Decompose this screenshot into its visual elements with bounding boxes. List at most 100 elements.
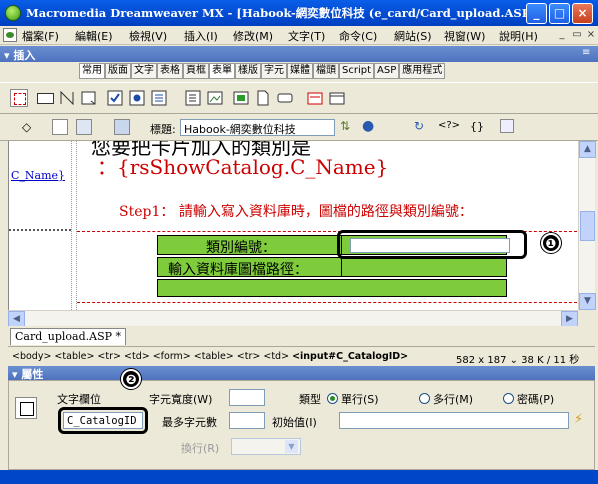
insert-tab-strip: 常用 版面 文字 表格 頁框 表單 樣版 字元 媒體 檔頭 Script ASP… — [79, 63, 446, 80]
hidden-field-icon[interactable] — [58, 89, 76, 107]
tab-common[interactable]: 常用 — [79, 63, 105, 79]
tab-head[interactable]: 檔頭 — [313, 63, 339, 79]
scroll-thumb[interactable] — [580, 211, 595, 241]
scroll-down-icon[interactable]: ▼ — [579, 293, 596, 310]
window-bottom-border — [0, 470, 598, 484]
insert-panel-header[interactable]: ▾ 插入 ≡ — [0, 46, 598, 62]
textarea-icon[interactable] — [80, 89, 98, 107]
lightning-icon[interactable]: ⚡ — [574, 412, 583, 427]
chevron-down-icon[interactable]: ▼ — [285, 440, 298, 453]
doc-close-button[interactable]: × — [584, 28, 598, 42]
horizontal-scrollbar[interactable]: ◀ ▶ — [8, 310, 578, 328]
refresh-icon[interactable]: ↻ — [414, 119, 424, 133]
menu-window[interactable]: 視窗(W) — [444, 28, 485, 44]
dotted-divider — [9, 229, 71, 237]
dreamweaver-app-icon[interactable] — [5, 5, 21, 21]
menu-text[interactable]: 文字(T) — [288, 28, 325, 44]
callout-highlight-2 — [58, 407, 148, 434]
code-nav-icon[interactable]: {} — [470, 120, 484, 133]
split-view-icon[interactable] — [52, 119, 68, 135]
menu-commands[interactable]: 命令(C) — [339, 28, 377, 44]
textfield-type-icon — [15, 397, 37, 419]
doc-minimize-button[interactable]: _ — [555, 28, 569, 42]
cname-link[interactable]: C_Name} — [11, 169, 65, 182]
tab-asp[interactable]: ASP — [374, 63, 400, 79]
single-line-option[interactable]: 單行(S) — [341, 391, 379, 407]
frame-icon[interactable] — [328, 89, 346, 107]
fieldset-icon[interactable] — [306, 89, 324, 107]
form-icon[interactable] — [10, 89, 28, 107]
max-chars-input[interactable] — [229, 412, 265, 429]
tag-path-selected[interactable]: <input#C_CatalogID> — [292, 351, 408, 362]
design-view[interactable]: C_Name} 您要把卡片加入的類別是 ：{rsShowCatalog.C_Na… — [8, 141, 578, 310]
view-options-icon[interactable] — [500, 119, 514, 133]
textfield-label: 文字欄位 — [57, 393, 101, 406]
radio-single-line[interactable] — [327, 393, 338, 404]
file-field-icon[interactable] — [232, 89, 250, 107]
tab-media[interactable]: 媒體 — [287, 63, 313, 79]
close-button[interactable]: × — [572, 3, 593, 24]
minimize-button[interactable]: _ — [526, 3, 547, 24]
menu-site[interactable]: 網站(S) — [394, 28, 432, 44]
tab-frames[interactable]: 頁框 — [183, 63, 209, 79]
tab-application[interactable]: 應用程式 — [399, 63, 446, 79]
tab-templates[interactable]: 樣版 — [235, 63, 261, 79]
form-row-empty — [157, 279, 507, 297]
document-icon[interactable] — [3, 28, 17, 42]
menu-view[interactable]: 檢視(V) — [129, 28, 167, 44]
menu-help[interactable]: 說明(H) — [499, 28, 538, 44]
design-view-icon[interactable] — [76, 119, 92, 135]
document-tab[interactable]: Card_upload.ASP * — [10, 328, 127, 345]
tab-characters[interactable]: 字元 — [261, 63, 287, 79]
char-width-input[interactable] — [229, 389, 265, 406]
insert-panel: ▾ 插入 ≡ 常用 版面 文字 表格 頁框 表單 樣版 字元 媒體 檔頭 Scr… — [0, 46, 598, 82]
tag-selector: <body> <table> <tr> <td> <form> <table> … — [12, 351, 408, 362]
reference-icon[interactable]: <?> — [438, 120, 460, 131]
menu-insert[interactable]: 插入(I) — [184, 28, 218, 44]
tag-path-ancestors[interactable]: <body> <table> <tr> <td> <form> <table> … — [12, 351, 292, 362]
textfield-icon[interactable] — [36, 89, 54, 107]
tab-forms[interactable]: 表單 — [209, 63, 235, 79]
scroll-up-icon[interactable]: ▲ — [579, 141, 596, 158]
recordset-field[interactable]: ：{rsShowCatalog.C_Name} — [97, 151, 388, 180]
live-data-icon[interactable] — [114, 119, 130, 135]
callout-badge-1: ❶ — [541, 233, 561, 253]
file-management-icon[interactable]: ⇅ — [340, 119, 350, 133]
properties-header[interactable]: ▾ 屬性 — [8, 366, 595, 381]
insert-icon-row — [0, 82, 598, 114]
doc-restore-button[interactable]: ▭ — [570, 28, 584, 42]
init-value-input[interactable] — [339, 412, 569, 429]
list-menu-icon[interactable] — [150, 89, 168, 107]
menu-modify[interactable]: 修改(M) — [233, 28, 273, 44]
callout-badge-2: ❷ — [121, 369, 141, 389]
code-view-icon[interactable]: ◇ — [22, 120, 31, 134]
multi-line-option[interactable]: 多行(M) — [433, 391, 473, 407]
password-option[interactable]: 密碼(P) — [517, 391, 554, 407]
menu-edit[interactable]: 編輯(E) — [75, 28, 113, 44]
tab-tables[interactable]: 表格 — [157, 63, 183, 79]
radio-password[interactable] — [503, 393, 514, 404]
jump-menu-icon[interactable] — [184, 89, 202, 107]
radio-multi-line[interactable] — [419, 393, 430, 404]
doc-size-readout[interactable]: 582 x 187 ⌄ 38 K / 11 秒 — [456, 351, 579, 366]
tab-text[interactable]: 文字 — [131, 63, 157, 79]
menu-file[interactable]: 檔案(F) — [22, 28, 59, 44]
image-field-icon[interactable] — [206, 89, 224, 107]
tab-script[interactable]: Script — [339, 63, 375, 79]
panel-options-icon[interactable]: ≡ — [582, 47, 590, 58]
label-icon[interactable] — [276, 89, 294, 107]
maximize-button[interactable]: □ — [549, 3, 570, 24]
menu-bar: 檔案(F) 編輯(E) 檢視(V) 插入(I) 修改(M) 文字(T) 命令(C… — [0, 26, 598, 45]
callout-highlight-1 — [337, 230, 527, 259]
checkbox-icon[interactable] — [106, 89, 124, 107]
char-width-label: 字元寬度(W) — [149, 393, 213, 406]
init-value-label: 初始值(I) — [272, 416, 317, 429]
page-title-input[interactable]: Habook-網奕數位科技 — [180, 119, 335, 136]
preview-icon[interactable]: ● — [362, 118, 374, 134]
vertical-scrollbar[interactable]: ▲ ▼ — [578, 141, 596, 310]
button-icon[interactable] — [254, 89, 272, 107]
wrap-select[interactable]: ▼ — [231, 438, 301, 455]
radio-icon[interactable] — [128, 89, 146, 107]
tab-layout[interactable]: 版面 — [105, 63, 131, 79]
type-label: 類型 — [299, 393, 321, 406]
